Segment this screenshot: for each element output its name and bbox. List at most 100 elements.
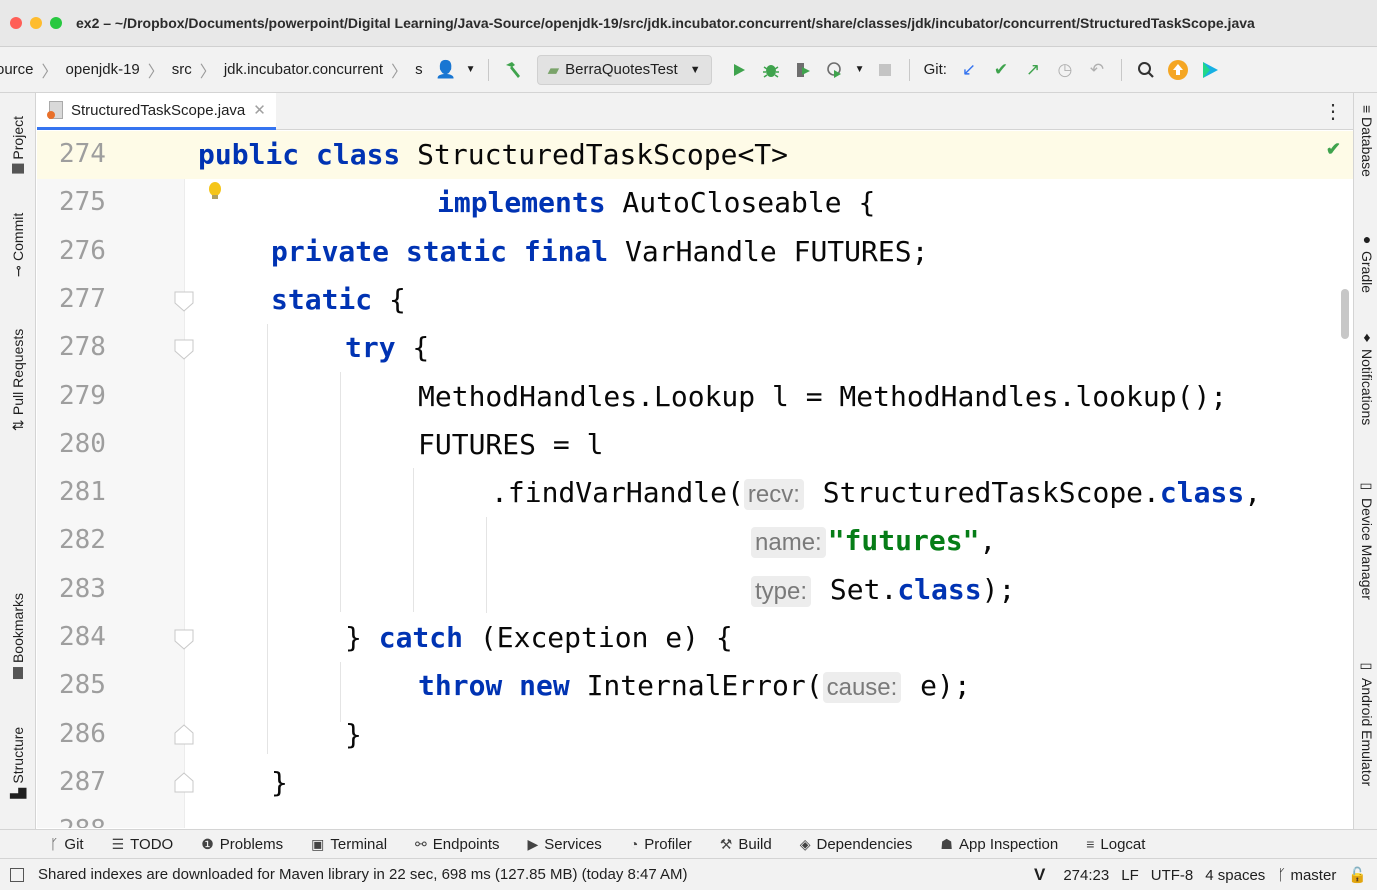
code-line[interactable]: 286 } bbox=[37, 711, 1353, 759]
android-config-icon: ▰ bbox=[547, 61, 560, 79]
lock-icon[interactable]: 🔓 bbox=[1348, 866, 1367, 884]
git-update-icon[interactable]: ↙ bbox=[956, 57, 982, 83]
close-window-button[interactable] bbox=[10, 17, 22, 29]
list-icon: ☰ bbox=[111, 835, 125, 852]
vertical-scrollbar[interactable] bbox=[1341, 289, 1349, 339]
folder-icon bbox=[12, 163, 24, 174]
tool-tab-terminal[interactable]: ▣ Terminal bbox=[311, 836, 387, 853]
breadcrumb-item[interactable]: jdk.incubator.concurrent bbox=[224, 61, 383, 78]
tool-tab-gradle[interactable]: ● Gradle bbox=[1356, 231, 1377, 293]
run-icon[interactable] bbox=[726, 57, 752, 83]
tool-tab-todo[interactable]: ☰ TODO bbox=[112, 836, 174, 853]
tool-tab-services[interactable]: ▶ Services bbox=[528, 836, 602, 853]
fold-end-marker-icon[interactable] bbox=[174, 723, 194, 745]
indent-setting[interactable]: 4 spaces bbox=[1205, 867, 1265, 884]
build-hammer-icon[interactable] bbox=[500, 57, 526, 83]
debug-icon[interactable] bbox=[758, 57, 784, 83]
history-icon[interactable]: ◷ bbox=[1052, 57, 1078, 83]
code-line[interactable]: 288 bbox=[37, 807, 1353, 828]
coverage-icon[interactable] bbox=[790, 57, 816, 83]
tool-tab-profiler[interactable]: ◔ Profiler bbox=[630, 836, 692, 853]
git-branch[interactable]: ᚴ master bbox=[1277, 867, 1336, 884]
more-options-icon[interactable]: ⋮ bbox=[1323, 99, 1343, 124]
chevron-down-icon[interactable]: ▼ bbox=[854, 57, 866, 83]
right-tool-strip: ≡ Database ● Gradle ♦ Notifications ▭ Device… bbox=[1353, 93, 1377, 829]
tool-tab-git[interactable]: ᚴ Git bbox=[50, 836, 84, 853]
logcat-icon: ≡ bbox=[1086, 836, 1095, 852]
code-line[interactable]: 277 static { bbox=[37, 276, 1353, 324]
update-icon[interactable] bbox=[1165, 57, 1191, 83]
code-line[interactable]: 279 MethodHandles.Lookup l = MethodHandl… bbox=[37, 373, 1353, 421]
code-line[interactable]: 283 type: Set.class); bbox=[37, 566, 1353, 614]
tool-tab-device-manager[interactable]: ▭ Device Manager bbox=[1356, 478, 1377, 600]
line-number: 288 bbox=[59, 815, 106, 828]
tool-tab-logcat[interactable]: ≡ Logcat bbox=[1086, 836, 1145, 853]
chevron-down-icon[interactable]: ▼ bbox=[465, 57, 477, 83]
tool-tab-database[interactable]: ≡ Database bbox=[1356, 105, 1377, 177]
breadcrumb-item[interactable]: ource bbox=[0, 61, 34, 78]
code-line[interactable]: 282 name: "futures", bbox=[37, 517, 1353, 565]
profile-icon[interactable] bbox=[822, 57, 848, 83]
fold-marker-icon[interactable] bbox=[174, 291, 194, 313]
tool-tab-commit[interactable]: ⊸ Commit bbox=[4, 205, 32, 285]
code-line[interactable]: 287 } bbox=[37, 759, 1353, 807]
tool-tab-app-inspection[interactable]: ☗ App Inspection bbox=[940, 836, 1058, 853]
lightbulb-icon[interactable] bbox=[205, 181, 225, 205]
git-push-icon[interactable]: ↗ bbox=[1020, 57, 1046, 83]
git-commit-icon[interactable]: ✔ bbox=[988, 57, 1014, 83]
line-number: 285 bbox=[59, 670, 106, 701]
code-line[interactable]: 285 throw new InternalError(cause: e); bbox=[37, 662, 1353, 710]
code-line[interactable]: 284 } catch (Exception e) { bbox=[37, 614, 1353, 662]
code-line[interactable]: 274 public class StructuredTaskScope<T> … bbox=[37, 131, 1353, 180]
no-problems-check-icon[interactable]: ✔ bbox=[1326, 139, 1341, 160]
toggle-tool-windows-icon[interactable] bbox=[10, 867, 24, 882]
breadcrumb-item[interactable]: s bbox=[415, 61, 423, 78]
parameter-hint: name: bbox=[751, 527, 826, 559]
main-toolbar: ource〉 openjdk-19〉 src〉 jdk.incubator.co… bbox=[0, 47, 1377, 93]
breadcrumb: ource〉 openjdk-19〉 src〉 jdk.incubator.co… bbox=[0, 58, 423, 82]
plugin-icon[interactable] bbox=[1197, 57, 1223, 83]
code-line[interactable]: 281 .findVarHandle(recv: StructuredTaskS… bbox=[37, 469, 1353, 517]
code-line[interactable]: 276 private static final VarHandle FUTUR… bbox=[37, 228, 1353, 276]
tool-tab-project[interactable]: Project bbox=[4, 101, 32, 189]
gradle-icon: ● bbox=[1359, 231, 1375, 247]
rollback-icon[interactable]: ↶ bbox=[1084, 57, 1110, 83]
minimize-window-button[interactable] bbox=[30, 17, 42, 29]
status-bar: Shared indexes are downloaded for Maven … bbox=[0, 858, 1377, 890]
close-icon[interactable]: ✕ bbox=[253, 101, 266, 119]
run-configuration-selector[interactable]: ▰ BerraQuotesTest ▼ bbox=[536, 54, 712, 85]
tool-tab-structure[interactable]: ▙ Structure bbox=[4, 713, 32, 813]
tool-tab-problems[interactable]: ❶ Problems bbox=[201, 836, 283, 853]
code-line[interactable]: 275 implements AutoCloseable { bbox=[37, 179, 1353, 227]
tool-tab-pull-requests[interactable]: ⇅ Pull Requests bbox=[4, 315, 32, 445]
layers-icon: ◈ bbox=[799, 835, 811, 852]
tool-tab-android-emulator[interactable]: ▭ Android Emulator bbox=[1356, 658, 1377, 786]
breadcrumb-item[interactable]: openjdk-19 bbox=[66, 61, 140, 78]
code-line[interactable]: 278 try { bbox=[37, 324, 1353, 372]
code-line[interactable]: 280 FUTURES = l bbox=[37, 421, 1353, 469]
tool-tab-notifications[interactable]: ♦ Notifications bbox=[1356, 329, 1377, 425]
emulator-icon: ▭ bbox=[1359, 658, 1375, 674]
editor-tab[interactable]: StructuredTaskScope.java ✕ bbox=[37, 93, 276, 130]
vim-icon[interactable]: V bbox=[1034, 865, 1045, 885]
terminal-icon: ▣ bbox=[311, 835, 325, 852]
zoom-window-button[interactable] bbox=[50, 17, 62, 29]
stop-icon[interactable] bbox=[872, 57, 898, 83]
tool-tab-dependencies[interactable]: ◈ Dependencies bbox=[800, 836, 913, 853]
search-icon[interactable] bbox=[1133, 57, 1159, 83]
user-icon[interactable]: 👤 bbox=[433, 57, 459, 83]
status-message[interactable]: Shared indexes are downloaded for Maven … bbox=[38, 866, 688, 883]
line-separator[interactable]: LF bbox=[1121, 867, 1139, 884]
code-editor[interactable]: 274 public class StructuredTaskScope<T> … bbox=[37, 131, 1353, 828]
fold-end-marker-icon[interactable] bbox=[174, 771, 194, 793]
line-number: 275 bbox=[59, 187, 106, 218]
file-encoding[interactable]: UTF-8 bbox=[1151, 867, 1194, 884]
breadcrumb-item[interactable]: src bbox=[172, 61, 192, 78]
tool-tab-build[interactable]: ⚒ Build bbox=[720, 836, 772, 853]
tool-tab-endpoints[interactable]: ⚯ Endpoints bbox=[415, 836, 499, 853]
fold-marker-icon[interactable] bbox=[174, 629, 194, 651]
caret-position[interactable]: 274:23 bbox=[1063, 867, 1109, 884]
tool-tab-bookmarks[interactable]: Bookmarks bbox=[4, 583, 32, 689]
fold-marker-icon[interactable] bbox=[174, 339, 194, 361]
line-number: 287 bbox=[59, 766, 106, 797]
